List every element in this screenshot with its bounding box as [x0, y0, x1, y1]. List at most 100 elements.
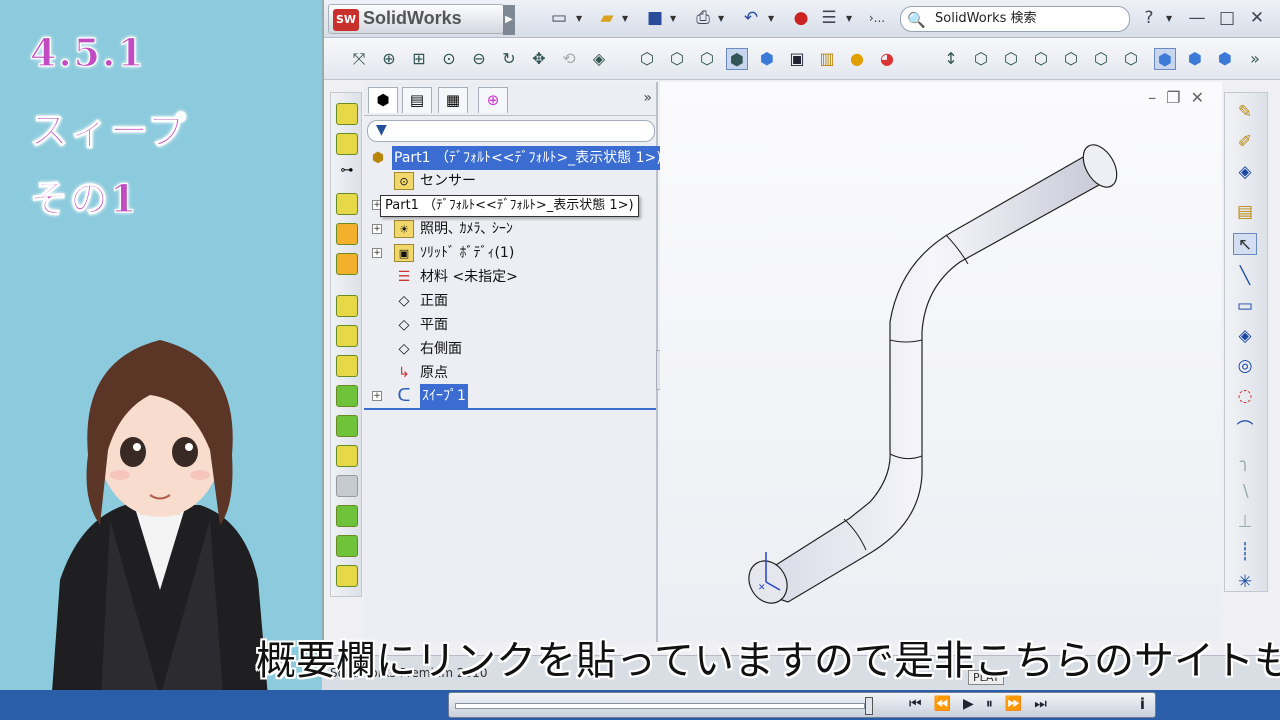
- undo-dropdown-icon[interactable]: ▼: [768, 14, 774, 23]
- search-input[interactable]: 🔍 SolidWorks 検索: [900, 6, 1130, 32]
- draft-icon[interactable]: [336, 445, 358, 467]
- rib-icon[interactable]: [336, 415, 358, 437]
- graphics-area[interactable]: –❐✕ ✕: [660, 82, 1222, 642]
- rebuild-icon[interactable]: ●: [790, 7, 812, 29]
- tree-item-sweep[interactable]: + ᑕ ｽｲｰﾌﾟ1: [364, 384, 658, 408]
- seek-handle[interactable]: [865, 697, 873, 715]
- rewind-icon[interactable]: ⏪: [934, 696, 963, 712]
- cut-revolve-icon[interactable]: [336, 325, 358, 347]
- centerline-icon[interactable]: ┊: [1233, 541, 1257, 563]
- hidden-lines-removed-icon[interactable]: ⬡: [696, 48, 718, 70]
- fast-forward-icon[interactable]: ⏩: [1005, 696, 1034, 712]
- appearance-icon[interactable]: ●: [846, 48, 868, 70]
- trim-icon[interactable]: ⊥: [1233, 511, 1257, 533]
- sketch-icon[interactable]: ✎: [1233, 101, 1257, 123]
- rotate-icon[interactable]: ↻: [498, 48, 520, 70]
- rectangle-icon[interactable]: ▭: [1233, 295, 1257, 317]
- solidworks-logo-menu[interactable]: SW SolidWorks ▶: [328, 4, 515, 35]
- smart-dimension-icon[interactable]: ◈: [1233, 161, 1257, 183]
- view-orientation-icon[interactable]: ◈: [588, 48, 610, 70]
- new-dropdown-icon[interactable]: ▼: [576, 14, 582, 23]
- skip-start-icon[interactable]: ⏮: [909, 696, 934, 712]
- section-view-icon[interactable]: ▥: [816, 48, 838, 70]
- tree-filter-input[interactable]: ▼: [367, 120, 655, 142]
- roll-icon[interactable]: ⟲: [558, 48, 580, 70]
- seek-track[interactable]: [455, 703, 865, 709]
- zoom-in-out-icon[interactable]: ⊙: [438, 48, 460, 70]
- skip-end-icon[interactable]: ⏭: [1034, 696, 1059, 712]
- centerpoint-arc-icon[interactable]: ⌒: [1233, 419, 1257, 441]
- point-icon[interactable]: ✳: [1233, 571, 1257, 593]
- zoom-to-fit-icon[interactable]: ⊕: [378, 48, 400, 70]
- front-view-icon[interactable]: ⬡: [970, 48, 992, 70]
- print-icon[interactable]: ⎙: [692, 7, 714, 29]
- close-icon[interactable]: ✕: [1246, 7, 1268, 29]
- tree-item-front-plane[interactable]: ◇ 正面: [364, 289, 658, 313]
- tab-configuration-manager[interactable]: ▦: [438, 87, 468, 113]
- open-folder-icon[interactable]: ▰: [596, 7, 618, 29]
- minimize-icon[interactable]: —: [1186, 7, 1208, 29]
- more-commands-icon[interactable]: ›...: [866, 7, 888, 29]
- cut-sweep-icon[interactable]: [336, 355, 358, 377]
- expand-icon[interactable]: +: [372, 248, 382, 258]
- circle-icon[interactable]: ◎: [1233, 355, 1257, 377]
- right-view-icon[interactable]: ⬡: [1060, 48, 1082, 70]
- dimetric-view-icon[interactable]: ⬢: [1214, 48, 1236, 70]
- left-view-icon[interactable]: ⬡: [1030, 48, 1052, 70]
- sweep-command-icon[interactable]: ⊶: [336, 163, 358, 185]
- cut-extrude-icon[interactable]: [336, 295, 358, 317]
- display-delete-relations-icon[interactable]: ▤: [1233, 201, 1257, 223]
- isometric-view-icon[interactable]: ⬢: [1154, 48, 1176, 70]
- scene-icon[interactable]: ◕: [876, 48, 898, 70]
- top-view-icon[interactable]: ⬡: [1090, 48, 1112, 70]
- back-view-icon[interactable]: ⬡: [1000, 48, 1022, 70]
- open-dropdown-icon[interactable]: ▼: [622, 14, 628, 23]
- play-icon[interactable]: ▶: [963, 696, 986, 712]
- zoom-area-icon[interactable]: ⊞: [408, 48, 430, 70]
- wireframe-icon[interactable]: ⬡: [636, 48, 658, 70]
- print-dropdown-icon[interactable]: ▼: [718, 14, 724, 23]
- help-button[interactable]: ?: [1138, 7, 1160, 29]
- more-views-icon[interactable]: »: [1244, 48, 1266, 70]
- shell-icon[interactable]: [336, 385, 358, 407]
- spline-icon[interactable]: ∖: [1233, 481, 1257, 503]
- shaded-with-edges-icon[interactable]: ⬢: [726, 48, 748, 70]
- fillet-icon[interactable]: [336, 253, 358, 275]
- tab-dimxpert-manager[interactable]: ⊕: [478, 87, 508, 113]
- options-icon[interactable]: ☰: [818, 7, 840, 29]
- normal-to-icon[interactable]: ↕: [940, 48, 962, 70]
- tab-feature-tree[interactable]: ⬢: [368, 87, 398, 113]
- bottom-view-icon[interactable]: ⬡: [1120, 48, 1142, 70]
- 3d-sketch-icon[interactable]: ✐: [1233, 131, 1257, 153]
- undo-icon[interactable]: ↶: [740, 7, 762, 29]
- tree-item-origin[interactable]: ↳ 原点: [364, 361, 658, 385]
- shaded-icon[interactable]: ⬢: [756, 48, 778, 70]
- rollback-bar[interactable]: [364, 408, 656, 410]
- tree-item-sensors[interactable]: ⊙ センサー: [364, 169, 658, 193]
- tree-item-right-plane[interactable]: ◇ 右側面: [364, 337, 658, 361]
- arc-icon[interactable]: ◌: [1233, 385, 1257, 407]
- help-dropdown-icon[interactable]: ▼: [1166, 14, 1172, 23]
- circular-pattern-icon[interactable]: [336, 535, 358, 557]
- sketch-fillet-icon[interactable]: ╮: [1233, 451, 1257, 473]
- trimetric-view-icon[interactable]: ⬢: [1184, 48, 1206, 70]
- hidden-lines-visible-icon[interactable]: ⬡: [666, 48, 688, 70]
- wrap-icon[interactable]: [336, 475, 358, 497]
- tree-item-material[interactable]: ☰ 材料 <未指定>: [364, 265, 658, 289]
- polygon-icon[interactable]: ◈: [1233, 325, 1257, 347]
- shadows-icon[interactable]: ▣: [786, 48, 808, 70]
- new-document-icon[interactable]: ▭: [548, 7, 570, 29]
- options-dropdown-icon[interactable]: ▼: [846, 14, 852, 23]
- select-pointer-icon[interactable]: ↖: [1233, 233, 1257, 255]
- line-icon[interactable]: ╲: [1233, 265, 1257, 287]
- tree-item-top-plane[interactable]: ◇ 平面: [364, 313, 658, 337]
- pan-icon[interactable]: ✥: [528, 48, 550, 70]
- menu-expand-arrow-icon[interactable]: ▶: [503, 5, 515, 35]
- tree-item-solid-bodies[interactable]: + ▣ ｿﾘｯﾄﾞ ﾎﾞﾃﾞｨ(1): [364, 241, 658, 265]
- tab-property-manager[interactable]: ▤: [402, 87, 432, 113]
- save-icon[interactable]: ■: [644, 7, 666, 29]
- restore-icon[interactable]: □: [1216, 7, 1238, 29]
- extruded-boss-icon[interactable]: [336, 103, 358, 125]
- pause-icon[interactable]: ⏸: [986, 696, 1005, 712]
- expand-icon[interactable]: +: [372, 391, 382, 401]
